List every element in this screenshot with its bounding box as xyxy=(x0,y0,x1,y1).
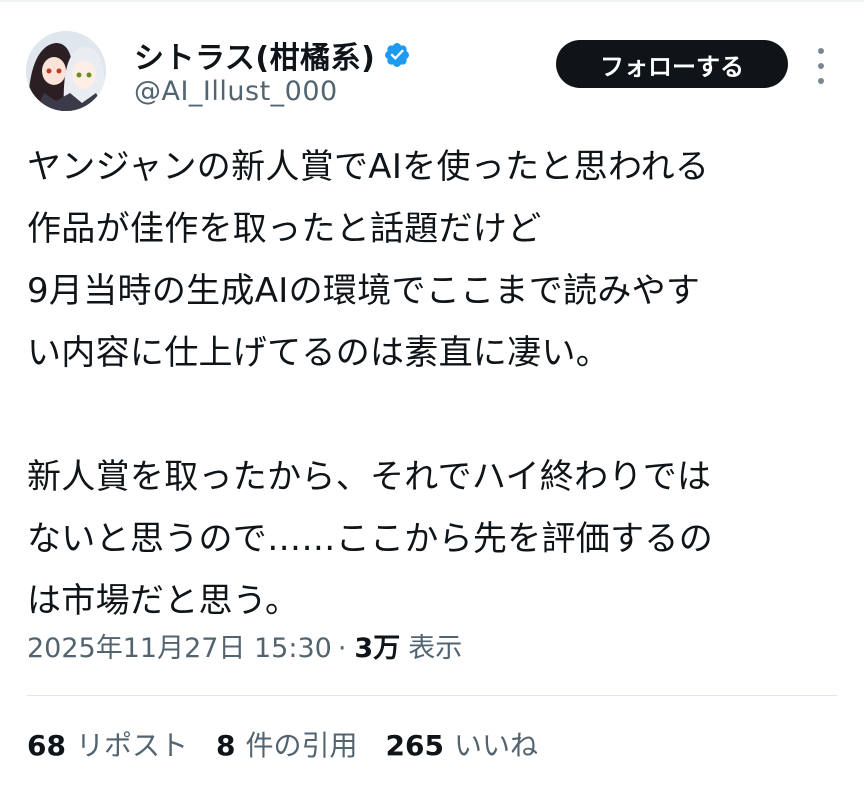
retweets-stat[interactable]: 68 リポスト xyxy=(27,724,188,764)
top-border xyxy=(0,0,864,2)
quotes-count: 8 xyxy=(215,729,236,762)
views-count: 3万 xyxy=(354,633,401,664)
tweet-text: ヤンジャンの新人賞でAIを使ったと思われる 作品が佳作を取ったと話題だけど 9月… xyxy=(27,147,713,621)
views-label: 表示 xyxy=(408,633,463,664)
follow-button[interactable]: フォローする xyxy=(556,40,788,88)
meta-separator: · xyxy=(337,633,347,664)
more-options-icon[interactable] xyxy=(812,48,830,84)
more-dot xyxy=(818,63,824,69)
avatar[interactable] xyxy=(26,31,106,111)
author-name-row: シトラス(柑橘系) xyxy=(134,33,411,77)
tweet-timestamp[interactable]: 2025年11月27日 15:30 xyxy=(27,626,332,665)
divider xyxy=(27,695,837,696)
more-dot xyxy=(818,48,824,54)
likes-label: いいね xyxy=(453,729,538,762)
author-handle[interactable]: @AI_Illust_000 xyxy=(134,76,338,107)
likes-stat[interactable]: 265 いいね xyxy=(385,724,537,764)
author-display-name[interactable]: シトラス(柑橘系) xyxy=(134,33,375,77)
retweets-label: リポスト xyxy=(75,729,188,762)
engagement-stats: 68 リポスト 8 件の引用 265 いいね xyxy=(27,724,566,764)
verified-badge-icon xyxy=(385,43,410,67)
avatar-illustration xyxy=(26,31,106,111)
more-dot xyxy=(818,78,824,84)
tweet-meta: 2025年11月27日 15:30 · 3万 表示 xyxy=(27,626,462,665)
quotes-label: 件の引用 xyxy=(245,729,358,762)
quotes-stat[interactable]: 8 件の引用 xyxy=(216,724,358,764)
likes-count: 265 xyxy=(385,729,444,762)
retweets-count: 68 xyxy=(27,729,66,762)
